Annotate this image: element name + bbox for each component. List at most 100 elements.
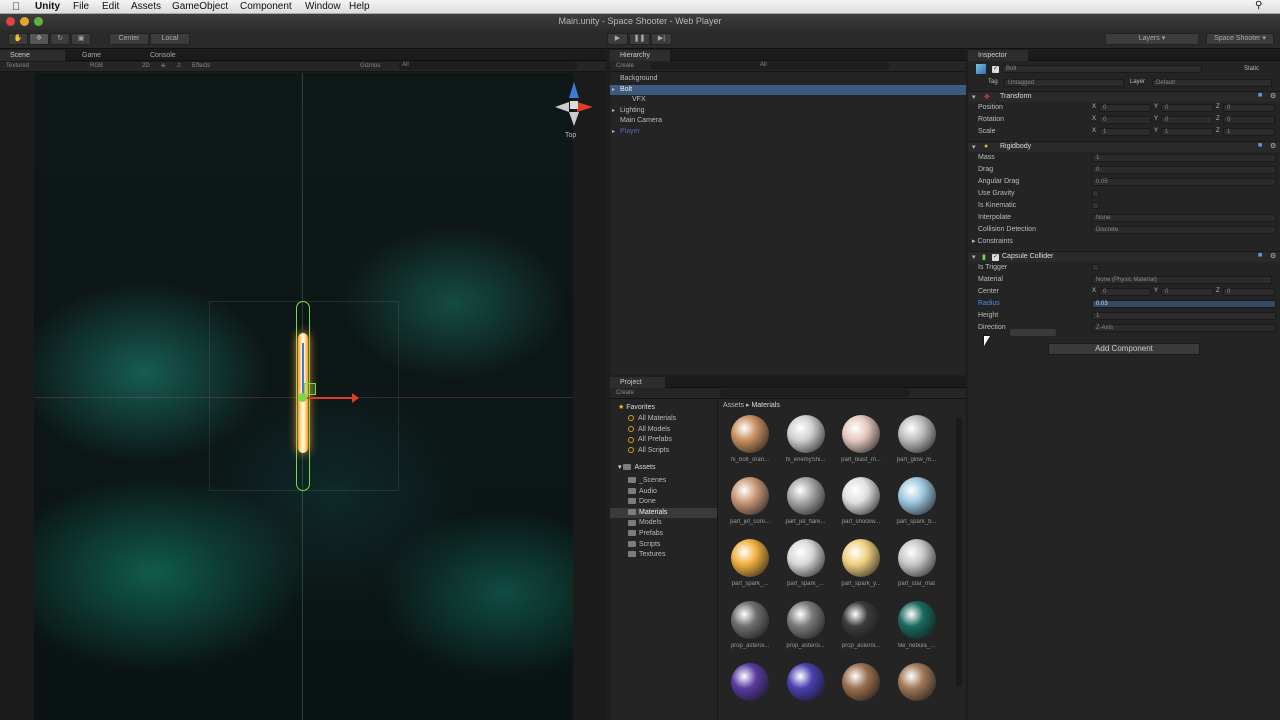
gear-icon[interactable]: ⚙ <box>1270 92 1276 100</box>
help-icon[interactable]: ■ <box>1258 92 1262 99</box>
move-gizmo-x-axis[interactable] <box>304 397 356 399</box>
breadcrumb-assets[interactable]: Assets <box>723 402 744 409</box>
material-thumbnail[interactable] <box>731 477 769 515</box>
menu-assets[interactable]: Assets <box>131 1 161 12</box>
project-folder-item[interactable]: Materials <box>610 507 717 518</box>
hierarchy-item[interactable]: Main Camera <box>610 116 966 126</box>
tab-scene[interactable]: Scene <box>0 50 65 61</box>
chevron-right-icon[interactable]: ▸ <box>612 107 615 114</box>
height-field[interactable]: 1 <box>1092 312 1276 320</box>
chevron-right-icon[interactable]: ▸ <box>612 86 615 93</box>
hand-tool-button[interactable]: ✋ <box>8 33 28 45</box>
spotlight-search-icon[interactable]: ⚲ <box>1255 0 1262 11</box>
hierarchy-item[interactable]: ▸ Lighting <box>610 106 966 116</box>
material-thumbnail[interactable] <box>897 663 936 701</box>
radius-label[interactable]: Radius <box>978 300 1000 307</box>
hierarchy-item[interactable]: VFX <box>610 95 966 105</box>
tab-project[interactable]: Project <box>610 377 665 388</box>
radius-field[interactable]: 0.03 <box>1092 300 1276 308</box>
material-thumbnail[interactable] <box>731 415 769 453</box>
menu-component[interactable]: Component <box>240 1 292 12</box>
chevron-right-icon[interactable]: ▸ <box>612 128 615 135</box>
transform-z-field[interactable]: 0 <box>1223 116 1275 124</box>
transform-x-field[interactable]: 0 <box>1099 104 1151 112</box>
help-icon[interactable]: ■ <box>1258 252 1262 259</box>
rigidbody-checkbox[interactable] <box>1092 202 1099 209</box>
scene-viewport[interactable] <box>34 73 573 720</box>
hierarchy-item[interactable]: ▸ Bolt <box>610 84 966 95</box>
hierarchy-search-input[interactable]: All <box>650 62 890 70</box>
app-menu[interactable]: Unity <box>35 1 60 12</box>
add-component-button[interactable]: Add Component <box>1048 343 1200 355</box>
direction-dropdown[interactable]: Z-Axis <box>1092 324 1276 332</box>
transform-x-field[interactable]: 1 <box>1099 128 1151 136</box>
is-trigger-checkbox[interactable] <box>1092 264 1099 271</box>
project-scrollbar[interactable] <box>956 417 962 687</box>
material-field[interactable]: None (Physic Material) <box>1092 276 1272 284</box>
tab-inspector[interactable]: Inspector <box>968 50 1028 61</box>
project-folder-item[interactable]: Done <box>610 497 717 507</box>
project-folder-item[interactable]: Textures <box>610 550 717 560</box>
material-thumbnail[interactable] <box>731 663 769 701</box>
play-button[interactable]: ▶ <box>607 33 628 45</box>
effects-dropdown[interactable]: Effects <box>192 63 210 69</box>
project-folder-item[interactable]: Audio <box>610 487 717 497</box>
tab-console[interactable]: Console <box>140 50 210 61</box>
favorite-search-item[interactable]: All Prefabs <box>628 436 672 443</box>
breadcrumb-materials[interactable]: Materials <box>751 402 779 409</box>
orientation-gizmo[interactable]: Top <box>553 76 603 146</box>
favorites-header[interactable]: ★ Favorites <box>618 403 655 411</box>
project-folder-item[interactable]: Scripts <box>610 540 717 550</box>
gear-icon[interactable]: ⚙ <box>1270 252 1276 260</box>
transform-x-field[interactable]: 0 <box>1099 116 1151 124</box>
rigidbody-field[interactable]: Discrete <box>1092 226 1276 234</box>
assets-folder-header[interactable]: ▾ Assets <box>618 463 655 471</box>
pause-button[interactable]: ❚❚ <box>629 33 650 45</box>
hierarchy-item[interactable]: Background <box>610 74 966 84</box>
material-thumbnail[interactable] <box>842 663 880 701</box>
favorite-search-item[interactable]: All Scripts <box>628 447 669 454</box>
rotate-tool-button[interactable]: ↻ <box>50 33 70 45</box>
tag-dropdown[interactable]: Untagged <box>1004 79 1124 87</box>
menu-file[interactable]: File <box>73 1 89 12</box>
menu-gameobject[interactable]: GameObject <box>172 1 228 12</box>
material-thumbnail[interactable] <box>842 477 880 515</box>
step-button[interactable]: ▶| <box>651 33 672 45</box>
transform-y-field[interactable]: 0 <box>1161 116 1213 124</box>
hierarchy-create-dropdown[interactable]: Create <box>616 63 634 69</box>
layer-dropdown[interactable]: Default <box>1152 79 1272 87</box>
center-y-field[interactable]: 0 <box>1161 288 1213 296</box>
transform-header[interactable]: ▾ ✥ Transform ■ ⚙ <box>968 91 1280 102</box>
scale-tool-button[interactable]: ▣ <box>71 33 91 45</box>
rigidbody-field[interactable]: 1 <box>1092 154 1276 162</box>
layout-dropdown[interactable]: Space Shooter ▾ <box>1206 33 1274 45</box>
gizmos-dropdown[interactable]: Gizmos <box>360 63 380 69</box>
rigidbody-checkbox[interactable] <box>1092 190 1099 197</box>
gear-icon[interactable]: ⚙ <box>1270 142 1276 150</box>
project-create-dropdown[interactable]: Create <box>616 390 634 396</box>
menu-help[interactable]: Help <box>349 1 370 12</box>
pivot-center-toggle[interactable]: Center <box>109 33 149 45</box>
material-thumbnail[interactable] <box>842 415 880 453</box>
material-thumbnail[interactable] <box>786 601 825 639</box>
material-thumbnail[interactable] <box>897 415 936 453</box>
scene-search-input[interactable]: All <box>398 62 578 70</box>
move-tool-button[interactable]: ✥ <box>29 33 49 45</box>
transform-z-field[interactable]: 0 <box>1223 104 1275 112</box>
move-gizmo-plane-handle[interactable] <box>304 383 316 395</box>
rgb-dropdown[interactable]: RGB <box>90 63 103 69</box>
material-thumbnail[interactable] <box>842 539 880 577</box>
mode-2d-toggle[interactable]: 2D <box>142 63 150 69</box>
light-icon[interactable]: ☀ <box>160 62 166 70</box>
active-checkbox[interactable]: ✓ <box>992 66 999 73</box>
transform-z-field[interactable]: 1 <box>1223 128 1275 136</box>
favorite-search-item[interactable]: All Models <box>628 426 670 433</box>
audio-icon[interactable]: ♫ <box>176 62 181 69</box>
capsule-collider-header[interactable]: ▾ ▮ ✓ Capsule Collider ■ ⚙ <box>968 251 1280 262</box>
project-search-input[interactable] <box>720 389 910 397</box>
project-folder-item[interactable]: Models <box>610 518 717 528</box>
pivot-space-toggle[interactable]: Local <box>150 33 190 45</box>
favorite-search-item[interactable]: All Materials <box>628 415 676 422</box>
material-thumbnail[interactable] <box>786 415 825 453</box>
material-thumbnail[interactable] <box>731 601 769 639</box>
